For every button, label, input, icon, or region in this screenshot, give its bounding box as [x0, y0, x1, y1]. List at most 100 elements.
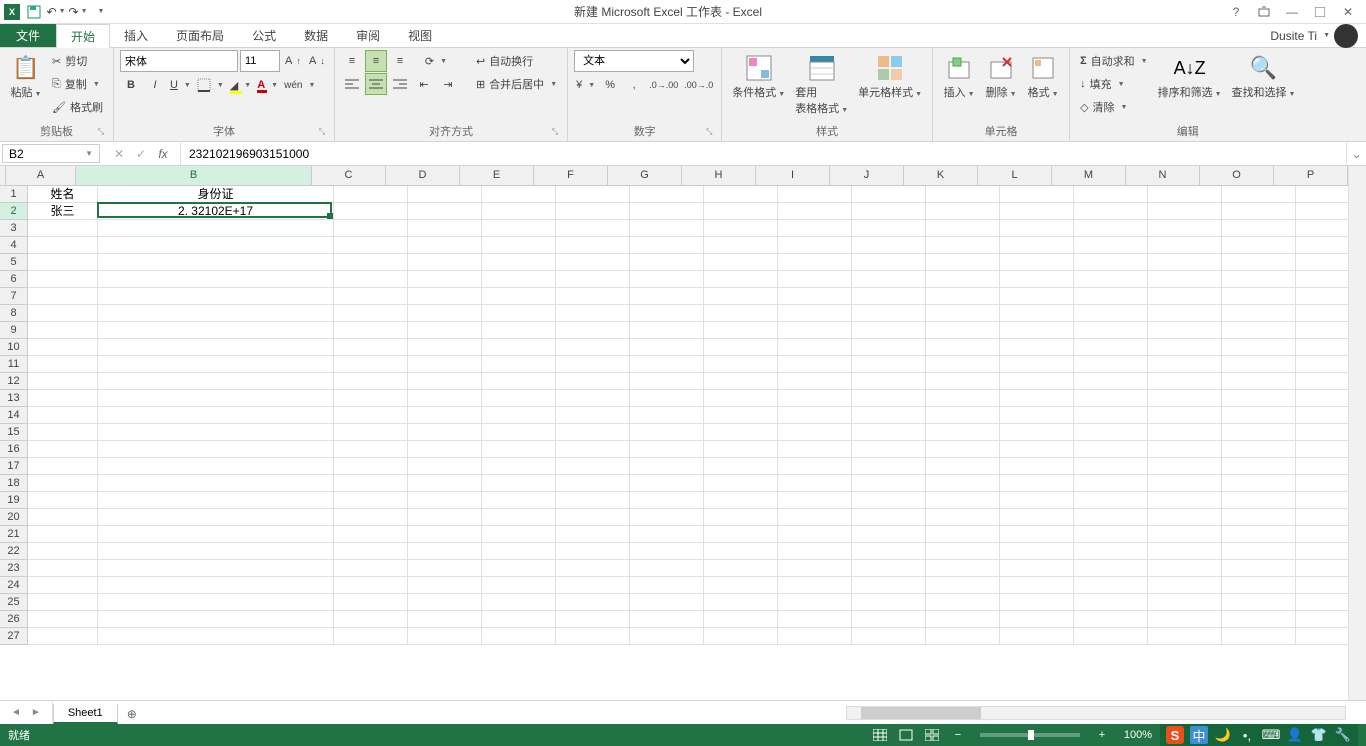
cell-P24[interactable]	[1296, 577, 1348, 594]
ribbon-options-button[interactable]	[1254, 2, 1274, 22]
cell-K2[interactable]	[926, 203, 1000, 220]
cell-B10[interactable]	[98, 339, 334, 356]
cell-O5[interactable]	[1222, 254, 1296, 271]
cell-I26[interactable]	[778, 611, 852, 628]
wrap-text-button[interactable]: ↩自动换行	[472, 50, 561, 72]
cell-G18[interactable]	[630, 475, 704, 492]
cell-F13[interactable]	[556, 390, 630, 407]
cell-C19[interactable]	[334, 492, 408, 509]
cell-P26[interactable]	[1296, 611, 1348, 628]
cell-M4[interactable]	[1074, 237, 1148, 254]
cell-B21[interactable]	[98, 526, 334, 543]
cell-B24[interactable]	[98, 577, 334, 594]
row-header-15[interactable]: 15	[0, 424, 28, 441]
italic-button[interactable]: I	[144, 74, 166, 96]
cell-O15[interactable]	[1222, 424, 1296, 441]
cell-G27[interactable]	[630, 628, 704, 645]
cell-K11[interactable]	[926, 356, 1000, 373]
cell-J10[interactable]	[852, 339, 926, 356]
cell-M20[interactable]	[1074, 509, 1148, 526]
font-color-button[interactable]: A▼	[255, 74, 280, 96]
cell-M26[interactable]	[1074, 611, 1148, 628]
cell-C8[interactable]	[334, 305, 408, 322]
cell-M13[interactable]	[1074, 390, 1148, 407]
paste-button[interactable]: 📋 粘贴▼	[6, 50, 46, 102]
cell-M19[interactable]	[1074, 492, 1148, 509]
cell-M8[interactable]	[1074, 305, 1148, 322]
cell-M16[interactable]	[1074, 441, 1148, 458]
cell-F17[interactable]	[556, 458, 630, 475]
row-header-25[interactable]: 25	[0, 594, 28, 611]
row-header-27[interactable]: 27	[0, 628, 28, 645]
col-header-C[interactable]: C	[312, 166, 386, 185]
row-header-20[interactable]: 20	[0, 509, 28, 526]
cell-B20[interactable]	[98, 509, 334, 526]
cell-B3[interactable]	[98, 220, 334, 237]
tab-data[interactable]: 数据	[290, 24, 342, 47]
cell-G11[interactable]	[630, 356, 704, 373]
cell-C2[interactable]	[334, 203, 408, 220]
cell-K23[interactable]	[926, 560, 1000, 577]
cell-D20[interactable]	[408, 509, 482, 526]
cell-P18[interactable]	[1296, 475, 1348, 492]
cell-H3[interactable]	[704, 220, 778, 237]
cell-P19[interactable]	[1296, 492, 1348, 509]
cell-N14[interactable]	[1148, 407, 1222, 424]
tray-icon[interactable]: 👕	[1310, 726, 1328, 744]
accounting-format-button[interactable]: ¥▼	[574, 74, 597, 96]
decrease-decimal-button[interactable]: .00→.0	[682, 74, 715, 96]
row-header-1[interactable]: 1	[0, 186, 28, 203]
cell-G26[interactable]	[630, 611, 704, 628]
col-header-J[interactable]: J	[830, 166, 904, 185]
cell-P10[interactable]	[1296, 339, 1348, 356]
cell-E22[interactable]	[482, 543, 556, 560]
cell-G7[interactable]	[630, 288, 704, 305]
cell-P22[interactable]	[1296, 543, 1348, 560]
cell-I6[interactable]	[778, 271, 852, 288]
cell-D21[interactable]	[408, 526, 482, 543]
cell-I16[interactable]	[778, 441, 852, 458]
align-left-button[interactable]	[341, 73, 363, 95]
font-size-select[interactable]	[240, 50, 280, 72]
cell-E17[interactable]	[482, 458, 556, 475]
cell-L8[interactable]	[1000, 305, 1074, 322]
cell-G8[interactable]	[630, 305, 704, 322]
cell-N26[interactable]	[1148, 611, 1222, 628]
cell-C24[interactable]	[334, 577, 408, 594]
orientation-button[interactable]: ⟳▼	[413, 50, 459, 72]
cell-F9[interactable]	[556, 322, 630, 339]
row-header-6[interactable]: 6	[0, 271, 28, 288]
cell-F11[interactable]	[556, 356, 630, 373]
cell-P7[interactable]	[1296, 288, 1348, 305]
cell-J27[interactable]	[852, 628, 926, 645]
row-header-18[interactable]: 18	[0, 475, 28, 492]
cell-I22[interactable]	[778, 543, 852, 560]
cell-C25[interactable]	[334, 594, 408, 611]
cell-D8[interactable]	[408, 305, 482, 322]
cell-G10[interactable]	[630, 339, 704, 356]
cell-F12[interactable]	[556, 373, 630, 390]
percent-button[interactable]: %	[599, 74, 621, 96]
cell-L25[interactable]	[1000, 594, 1074, 611]
cell-K20[interactable]	[926, 509, 1000, 526]
cell-B1[interactable]: 身份证	[98, 186, 334, 203]
underline-button[interactable]: U▼	[168, 74, 193, 96]
cell-D11[interactable]	[408, 356, 482, 373]
row-header-8[interactable]: 8	[0, 305, 28, 322]
cell-A15[interactable]	[28, 424, 98, 441]
cell-H7[interactable]	[704, 288, 778, 305]
cell-P13[interactable]	[1296, 390, 1348, 407]
row-header-21[interactable]: 21	[0, 526, 28, 543]
avatar[interactable]	[1334, 24, 1358, 48]
cell-F22[interactable]	[556, 543, 630, 560]
cell-L21[interactable]	[1000, 526, 1074, 543]
cell-F19[interactable]	[556, 492, 630, 509]
cell-L13[interactable]	[1000, 390, 1074, 407]
cell-J2[interactable]	[852, 203, 926, 220]
cell-O13[interactable]	[1222, 390, 1296, 407]
qat-customize[interactable]: ▼	[90, 2, 110, 22]
cell-O3[interactable]	[1222, 220, 1296, 237]
cell-G1[interactable]	[630, 186, 704, 203]
cell-L24[interactable]	[1000, 577, 1074, 594]
cell-O24[interactable]	[1222, 577, 1296, 594]
